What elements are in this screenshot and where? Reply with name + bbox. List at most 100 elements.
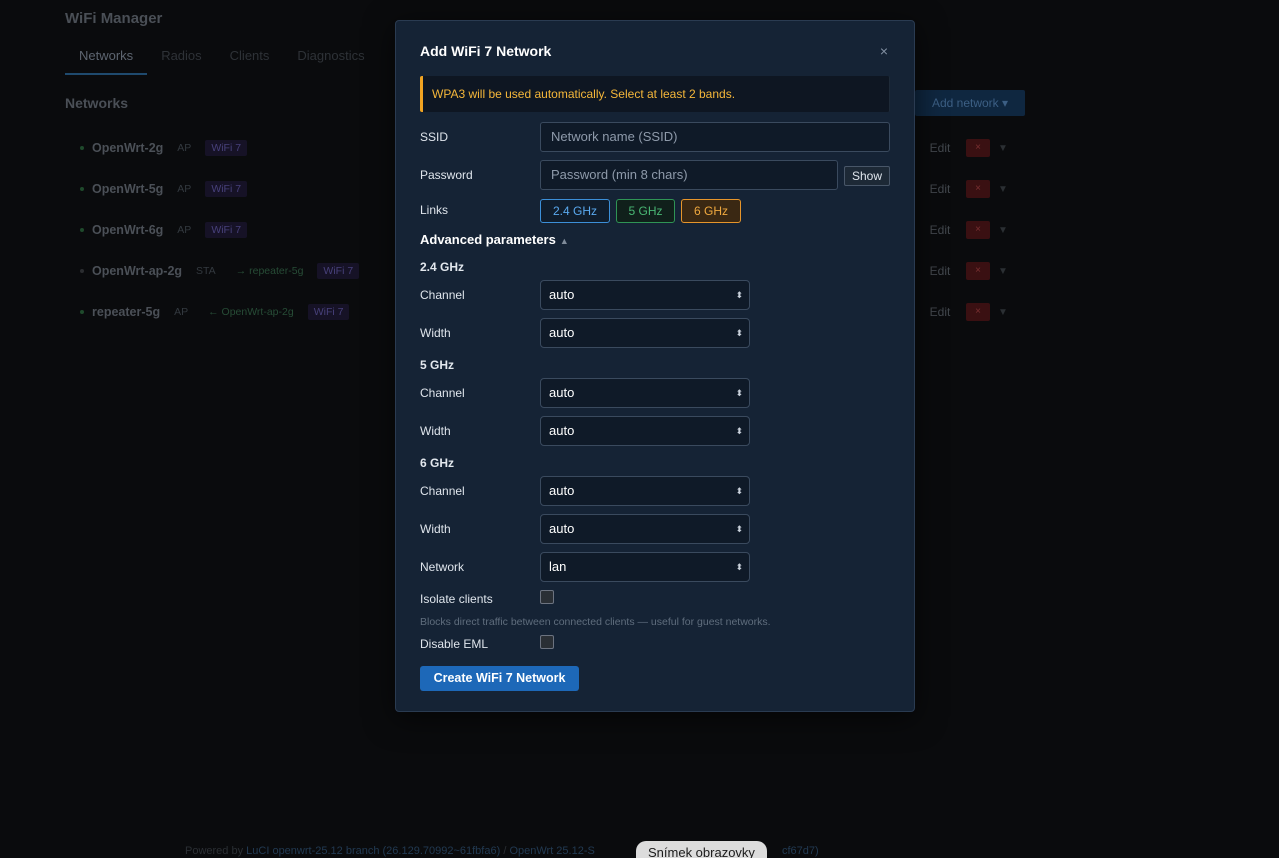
link-badge: → repeater-5g [235,265,304,277]
footer: Powered by LuCI openwrt-25.12 branch (26… [185,845,595,857]
channel-select-2-4ghz[interactable]: auto ⬍ [540,280,750,310]
width-label: Width [420,326,451,340]
standard-badge: WiFi 7 [205,140,248,156]
select-value: auto [549,521,575,536]
edit-button[interactable]: Edit [922,305,958,319]
advanced-parameters-toggle[interactable]: Advanced parameters ▲ [420,232,569,247]
updown-chevron-icon: ⬍ [735,426,743,436]
delete-button[interactable]: × [966,221,990,239]
network-name: OpenWrt-ap-2g [92,264,183,278]
expand-caret-icon[interactable]: ▼ [998,266,1008,277]
updown-chevron-icon: ⬍ [735,486,743,496]
delete-button[interactable]: × [966,180,990,198]
status-dot-icon [80,310,84,314]
updown-chevron-icon: ⬍ [735,290,743,300]
select-value: auto [549,385,575,400]
row-actions: Edit × ▼ [922,138,1008,158]
network-row: OpenWrt-2g AP WiFi 7 [80,138,248,158]
channel-label: Channel [420,288,465,302]
warning-banner: WPA3 will be used automatically. Select … [420,76,890,112]
show-password-button[interactable]: Show [844,166,890,186]
width-label: Width [420,522,451,536]
network-name: OpenWrt-2g [92,141,164,155]
isolate-clients-checkbox[interactable] [540,590,554,604]
width-select-5ghz[interactable]: auto ⬍ [540,416,750,446]
delete-button[interactable]: × [966,139,990,157]
edit-button[interactable]: Edit [922,264,958,278]
openwrt-link[interactable]: OpenWrt 25.12-S [509,845,594,857]
select-value: auto [549,483,575,498]
band-5ghz-toggle[interactable]: 5 GHz [616,199,675,223]
advanced-parameters-label: Advanced parameters [420,232,556,247]
network-row: OpenWrt-6g AP WiFi 7 [80,220,248,240]
band-6ghz-toggle[interactable]: 6 GHz [681,199,741,223]
expand-caret-icon[interactable]: ▼ [998,307,1008,318]
standard-badge: WiFi 7 [205,222,248,238]
footer-version-tail: cf67d7) [782,845,819,857]
links-label: Links [420,203,449,217]
expand-caret-icon[interactable]: ▼ [998,225,1008,236]
footer-suffix: cf67d7) [782,845,819,857]
select-value: auto [549,423,575,438]
tab-networks[interactable]: Networks [65,44,148,75]
channel-select-6ghz[interactable]: auto ⬍ [540,476,750,506]
create-network-button[interactable]: Create WiFi 7 Network [420,666,579,691]
mode-badge: AP [174,306,189,318]
add-network-modal: Add WiFi 7 Network × WPA3 will be used a… [395,20,915,712]
row-actions: Edit × ▼ [922,261,1008,281]
screenshot-toast: Snímek obrazovky [636,841,767,858]
edit-button[interactable]: Edit [922,182,958,196]
tab-radios[interactable]: Radios [147,44,215,75]
network-select[interactable]: lan ⬍ [540,552,750,582]
isolate-clients-hint: Blocks direct traffic between connected … [420,616,771,628]
width-select-6ghz[interactable]: auto ⬍ [540,514,750,544]
delete-button[interactable]: × [966,303,990,321]
network-name: repeater-5g [92,305,161,319]
standard-badge: WiFi 7 [307,304,350,320]
band-2-4ghz-toggle[interactable]: 2.4 GHz [540,199,610,223]
standard-badge: WiFi 7 [205,181,248,197]
status-dot-icon [80,228,84,232]
channel-select-5ghz[interactable]: auto ⬍ [540,378,750,408]
isolate-clients-label: Isolate clients [420,592,493,606]
row-actions: Edit × ▼ [922,302,1008,322]
mode-badge: AP [177,224,192,236]
tab-clients[interactable]: Clients [216,44,284,75]
expand-caret-icon[interactable]: ▼ [998,184,1008,195]
password-label: Password [420,168,473,182]
status-dot-icon [80,187,84,191]
tab-diagnostics[interactable]: Diagnostics [283,44,378,75]
network-row: OpenWrt-5g AP WiFi 7 [80,179,248,199]
band-heading-5ghz: 5 GHz [420,358,455,372]
standard-badge: WiFi 7 [317,263,360,279]
network-name: OpenWrt-6g [92,223,164,237]
close-icon[interactable]: × [880,43,888,59]
width-select-2-4ghz[interactable]: auto ⬍ [540,318,750,348]
status-dot-icon [80,269,84,273]
password-input[interactable]: Password (min 8 chars) [540,160,838,190]
luci-link[interactable]: LuCI openwrt-25.12 branch (26.129.70992~… [246,845,500,857]
network-row: repeater-5g AP ← OpenWrt-ap-2g WiFi 7 [80,302,350,322]
select-value: lan [549,559,567,574]
expand-caret-icon[interactable]: ▼ [998,143,1008,154]
ssid-input[interactable]: Network name (SSID) [540,122,890,152]
disable-eml-label: Disable EML [420,637,489,651]
select-value: auto [549,325,575,340]
network-name: OpenWrt-5g [92,182,164,196]
network-row: OpenWrt-ap-2g STA → repeater-5g WiFi 7 [80,261,360,281]
modal-title: Add WiFi 7 Network [420,43,552,59]
band-heading-2-4ghz: 2.4 GHz [420,260,465,274]
edit-button[interactable]: Edit [922,141,958,155]
add-network-button[interactable]: Add network ▾ [915,90,1025,116]
main-tabs: Networks Radios Clients Diagnostics [65,44,379,75]
updown-chevron-icon: ⬍ [735,388,743,398]
link-badge: ← OpenWrt-ap-2g [208,306,294,318]
ssid-label: SSID [420,130,449,144]
delete-button[interactable]: × [966,262,990,280]
edit-button[interactable]: Edit [922,223,958,237]
mode-badge: AP [177,142,192,154]
band-heading-6ghz: 6 GHz [420,456,455,470]
mode-badge: AP [177,183,192,195]
channel-label: Channel [420,386,465,400]
disable-eml-checkbox[interactable] [540,635,554,649]
